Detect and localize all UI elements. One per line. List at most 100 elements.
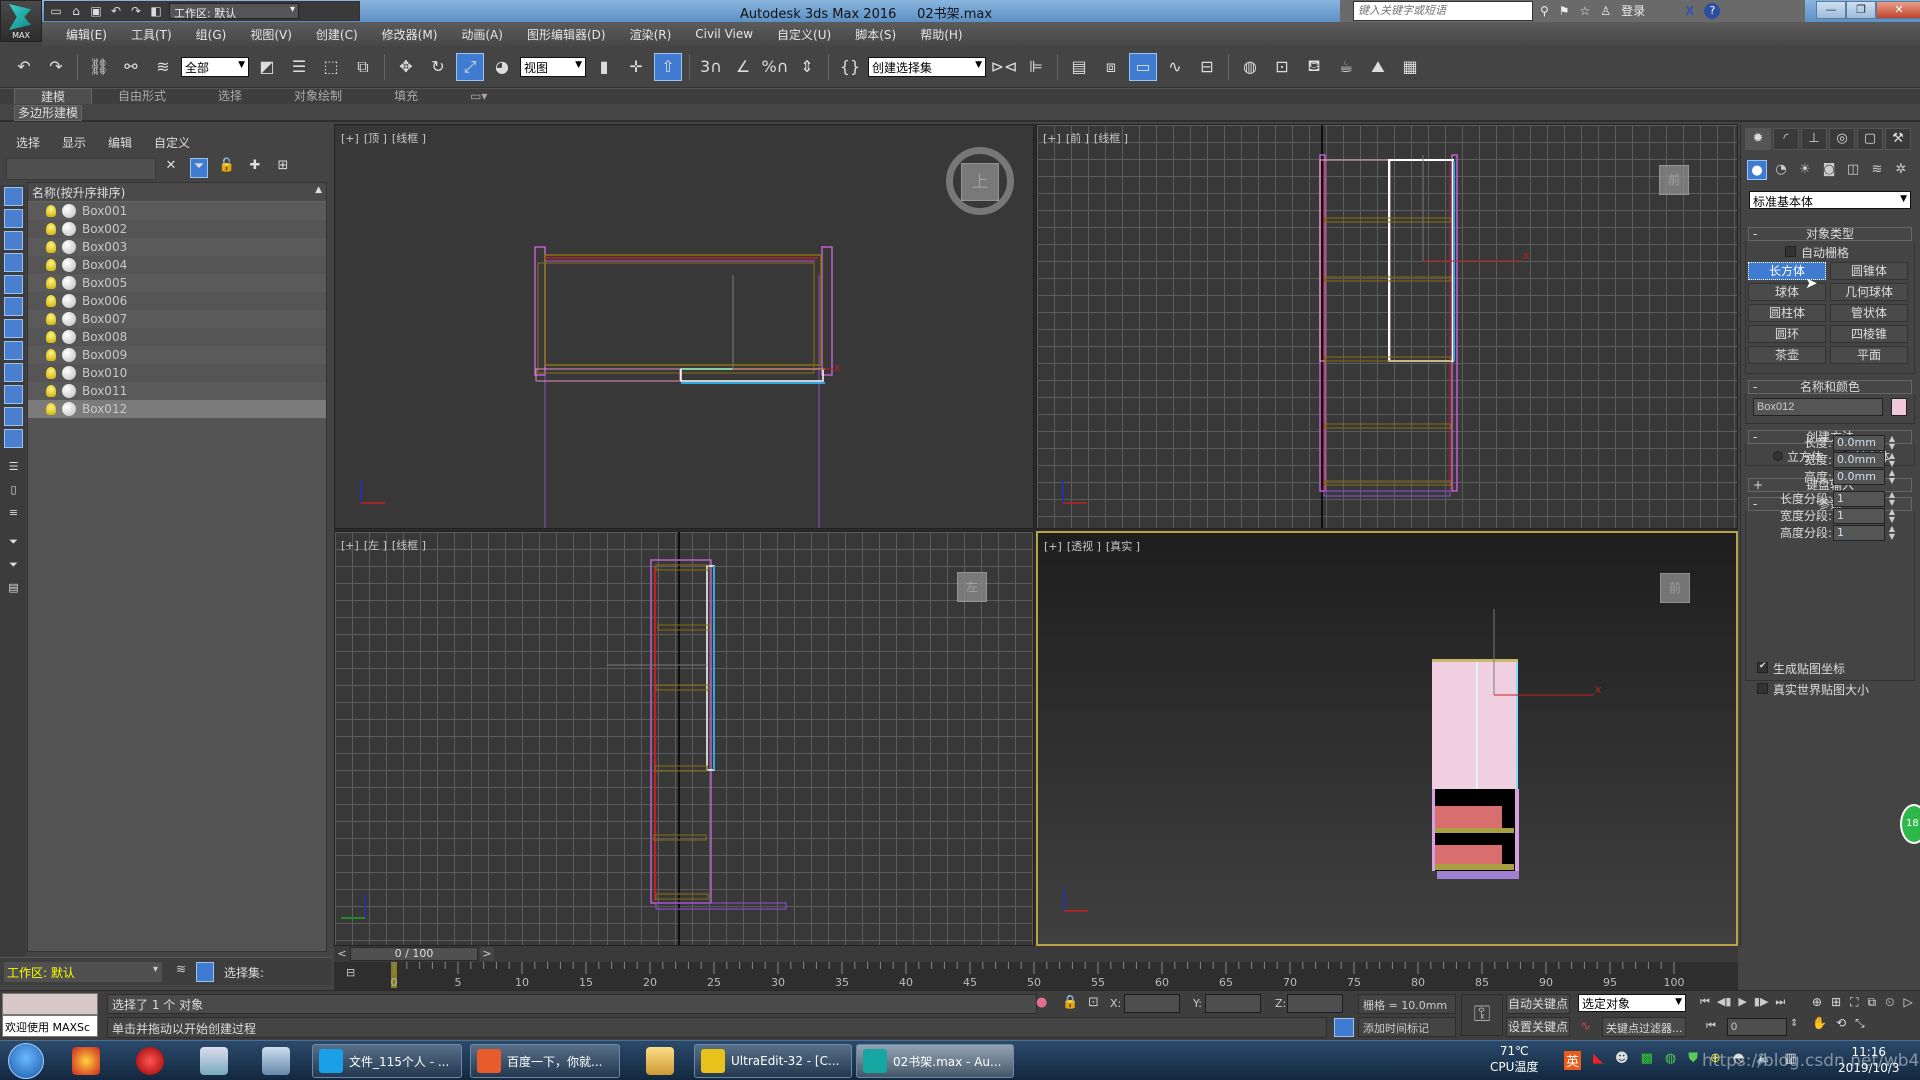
snaps-toggle-icon[interactable]: 3 ∩ — [697, 53, 725, 81]
spinner-snap-icon[interactable]: ⇕ — [793, 53, 821, 81]
add-time-tag-icon[interactable] — [1334, 1018, 1354, 1037]
tray-app-icon[interactable]: ◣ — [1593, 1051, 1603, 1070]
hierarchy-tab-icon[interactable]: ⊥ — [1801, 128, 1827, 150]
cone-button[interactable]: 圆锥体 — [1830, 262, 1908, 280]
percent-snap-icon[interactable]: % ∩ — [761, 53, 789, 81]
window-crossing-icon[interactable]: ⧉ — [349, 53, 377, 81]
systems-icon[interactable]: ✲ — [1891, 160, 1911, 180]
current-frame-input[interactable] — [1727, 1018, 1787, 1036]
taskbar-task[interactable]: 百度一下，你就... — [470, 1044, 620, 1078]
select-by-name-icon[interactable]: ☰ — [285, 53, 313, 81]
plane-button[interactable]: 平面 — [1830, 346, 1908, 364]
light-bulb-icon[interactable] — [46, 259, 56, 271]
material-editor-icon[interactable]: ◍ — [1236, 53, 1264, 81]
menu-rendering[interactable]: 渲染(R) — [618, 26, 684, 43]
security-shield-icon[interactable]: ⛊ — [1688, 1051, 1698, 1070]
se-menu-select[interactable]: 选择 — [16, 134, 40, 151]
light-bulb-icon[interactable] — [46, 331, 56, 343]
param-spinner-input[interactable]: 0.0mm — [1833, 469, 1885, 485]
layer-filter-icon[interactable]: ▤ — [4, 581, 23, 600]
viewport-perspective[interactable]: [+] [透视 ] [真实 ] x 前 — [1036, 531, 1738, 946]
minimize-button[interactable]: — — [1816, 1, 1846, 19]
scene-object-row[interactable]: Box011 — [28, 382, 326, 400]
scale-icon[interactable]: ⤢ — [456, 52, 484, 81]
save-icon[interactable]: ▣ — [89, 4, 103, 18]
undo-icon[interactable]: ↶ — [109, 4, 123, 18]
notepad-icon[interactable] — [200, 1047, 228, 1075]
viewcube[interactable]: 上 — [961, 163, 999, 201]
scene-object-row[interactable]: Box004 — [28, 256, 326, 274]
spinner-arrows-icon[interactable]: ▲ ▼ — [1887, 491, 1897, 507]
go-to-end-icon[interactable]: ⏭ — [1775, 995, 1785, 1009]
maxscript-mini-listener[interactable]: 欢迎使用 MAXSc — [2, 1015, 98, 1037]
menu-animation[interactable]: 动画(A) — [449, 26, 515, 43]
scene-explorer-search-input[interactable] — [6, 158, 156, 180]
frame-spinner-icon[interactable]: ⇕ — [1790, 1018, 1798, 1029]
create-tab-icon[interactable]: ✹ — [1745, 128, 1771, 150]
gen-map-coords-checkbox[interactable] — [1757, 661, 1768, 673]
scene-object-row[interactable]: Box002 — [28, 220, 326, 238]
param-spinner-input[interactable]: 1 — [1833, 491, 1885, 507]
add-selection-icon[interactable]: ✚ — [246, 158, 264, 178]
open-mini-curve-editor-icon[interactable]: ⊟ — [346, 966, 366, 986]
viewcube[interactable]: 左 — [957, 572, 987, 602]
mirror-icon[interactable]: ⊳⊲ — [990, 53, 1018, 81]
absolute-mode-icon[interactable]: ⊡ — [1088, 995, 1099, 1010]
tab-modeling[interactable]: 建模 — [14, 88, 93, 104]
open-file-icon[interactable]: ⌂ — [69, 4, 83, 18]
menu-civil-view[interactable]: Civil View — [683, 27, 765, 41]
schematic-view-icon[interactable]: ⊟ — [1193, 53, 1221, 81]
time-slider[interactable]: < 0 / 100 > — [334, 946, 1738, 962]
maxscript-listener[interactable] — [2, 993, 98, 1015]
se-menu-customize[interactable]: 自定义 — [154, 134, 190, 151]
close-button[interactable]: ✕ — [1876, 1, 1920, 19]
light-bulb-icon[interactable] — [46, 367, 56, 379]
previous-frame-icon[interactable]: ◀▮ — [1717, 995, 1732, 1009]
render-to-texture-icon[interactable]: ▦ — [1396, 53, 1424, 81]
toggle-ribbon-icon[interactable]: ▭ — [1129, 52, 1157, 81]
render-in-cloud-icon[interactable]: ⛰ — [1364, 53, 1392, 81]
spinner-arrows-icon[interactable]: ▲ ▼ — [1887, 525, 1897, 541]
menu-graph-editors[interactable]: 图形编辑器(D) — [515, 26, 618, 43]
help-icon[interactable]: ? — [1704, 2, 1721, 19]
file-explorer-icon[interactable] — [646, 1047, 674, 1075]
viewcube[interactable]: 前 — [1660, 573, 1690, 603]
z-coordinate-input[interactable] — [1287, 994, 1343, 1013]
invert-display-icon[interactable]: ≡ — [4, 506, 23, 525]
ribbon-options-icon[interactable]: ▭▾ — [444, 88, 513, 104]
motion-tab-icon[interactable]: ◎ — [1829, 128, 1855, 150]
layer-explorer-icon[interactable]: ≋ — [172, 962, 190, 982]
play-icon[interactable]: ▶ — [1738, 995, 1746, 1009]
object-color-swatch[interactable] — [1891, 398, 1907, 416]
add-time-tag-button[interactable]: 添加时间标记 — [1358, 1017, 1456, 1037]
spacewarps-filter-icon[interactable] — [4, 297, 23, 316]
geosphere-button[interactable]: 几何球体 — [1830, 283, 1908, 301]
track-bar[interactable]: ⊟ 0 5 10 15 20 25 30 35 40 45 50 55 60 65 70 75 80 85 90 95… — [334, 962, 1738, 990]
modify-tab-icon[interactable]: ◜ — [1773, 128, 1799, 150]
selection-lock-icon[interactable]: 🔒 — [1062, 995, 1078, 1010]
viewport-front[interactable]: [+] [前 ] [线框 ] x 前 — [1036, 124, 1738, 529]
start-button[interactable] — [8, 1043, 44, 1079]
column-header-name[interactable]: 名称(按升序排序) — [28, 183, 326, 202]
rotate-icon[interactable]: ↻ — [424, 53, 452, 81]
user-icon[interactable]: ♙ — [1600, 4, 1611, 18]
key-filters-button[interactable]: 关键点过滤器... — [1602, 1017, 1686, 1037]
place-icon[interactable]: ◕ — [488, 53, 516, 81]
helpers-filter-icon[interactable] — [4, 275, 23, 294]
media-player-icon[interactable] — [136, 1047, 164, 1075]
scene-object-row[interactable]: Box007 — [28, 310, 326, 328]
tab-freeform[interactable]: 自由形式 — [92, 88, 192, 104]
light-bulb-icon[interactable] — [46, 223, 56, 235]
menu-help[interactable]: 帮助(H) — [908, 26, 974, 43]
wechat-icon[interactable]: ◍ — [1665, 1051, 1676, 1070]
tab-object-paint[interactable]: 对象绘制 — [268, 88, 368, 104]
angle-snap-icon[interactable]: ∠ — [729, 53, 757, 81]
pyramid-button[interactable]: 四棱锥 — [1830, 325, 1908, 343]
subscription-icon[interactable]: ⚑ — [1559, 4, 1570, 18]
set-key-button[interactable]: 设置关键点 — [1506, 1017, 1570, 1037]
param-spinner-input[interactable]: 1 — [1833, 508, 1885, 524]
menu-create[interactable]: 创建(C) — [304, 26, 370, 43]
key-mode-dropdown[interactable]: 选定对象 — [1578, 994, 1686, 1012]
torus-button[interactable]: 圆环 — [1748, 325, 1826, 343]
auto-key-button[interactable]: 自动关键点 — [1506, 994, 1570, 1014]
